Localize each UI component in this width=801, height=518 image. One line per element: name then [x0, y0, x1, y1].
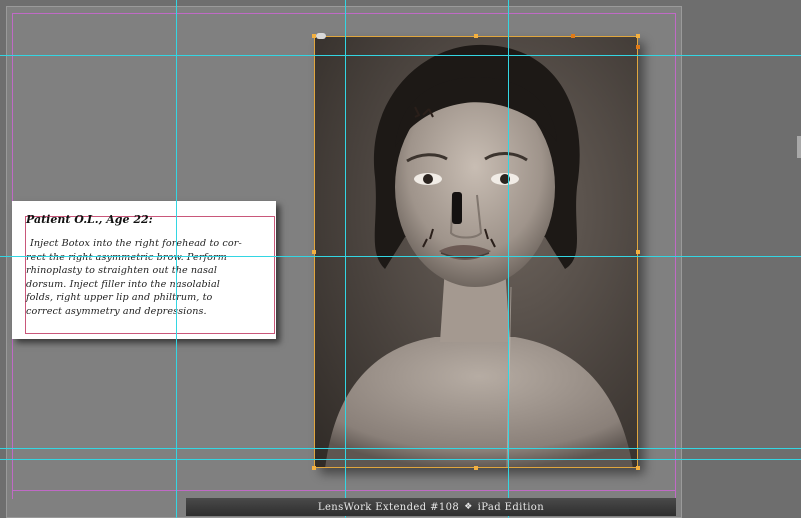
- ruler-guide-horizontal[interactable]: [0, 55, 801, 56]
- selection-handle-bottom-right[interactable]: [636, 466, 640, 470]
- frame-link-badge: [316, 33, 326, 39]
- portrait-photo: [325, 44, 633, 467]
- margin-guide-bottom: [12, 490, 676, 491]
- selection-handle-top-center[interactable]: [474, 34, 478, 38]
- treatment-instructions: Inject Botox into the right forehead to …: [26, 238, 242, 317]
- selection-handle-corner-right[interactable]: [636, 45, 640, 49]
- margin-guide-top: [12, 13, 676, 14]
- patient-heading: Patient O.L., Age 22:: [26, 213, 153, 226]
- footer-separator: ❖: [464, 502, 473, 512]
- ruler-guide-vertical[interactable]: [345, 0, 346, 518]
- selection-handle-top-anchor[interactable]: [571, 34, 575, 38]
- ruler-guide-vertical[interactable]: [508, 0, 509, 518]
- selection-handle-middle-left[interactable]: [312, 250, 316, 254]
- patient-notes-text-frame[interactable]: Patient O.L., Age 22: Inject Botox into …: [12, 201, 276, 339]
- ruler-guide-horizontal[interactable]: [0, 459, 801, 460]
- selection-handle-top-right[interactable]: [636, 34, 640, 38]
- footer-bar: LensWork Extended #108 ❖ iPad Edition: [186, 498, 676, 516]
- selection-handle-top-left[interactable]: [312, 34, 316, 38]
- ruler-guide-horizontal[interactable]: [0, 256, 801, 257]
- portrait-photo-frame[interactable]: [314, 36, 638, 468]
- footer-title: LensWork Extended #108: [317, 501, 460, 513]
- footer-edition: iPad Edition: [477, 501, 545, 513]
- selection-handle-bottom-left[interactable]: [312, 466, 316, 470]
- ruler-guide-vertical[interactable]: [176, 0, 177, 518]
- selection-handle-bottom-center[interactable]: [474, 466, 478, 470]
- vertical-scrollbar-thumb[interactable]: [797, 136, 801, 158]
- selection-handle-middle-right[interactable]: [636, 250, 640, 254]
- ruler-guide-horizontal[interactable]: [0, 448, 801, 449]
